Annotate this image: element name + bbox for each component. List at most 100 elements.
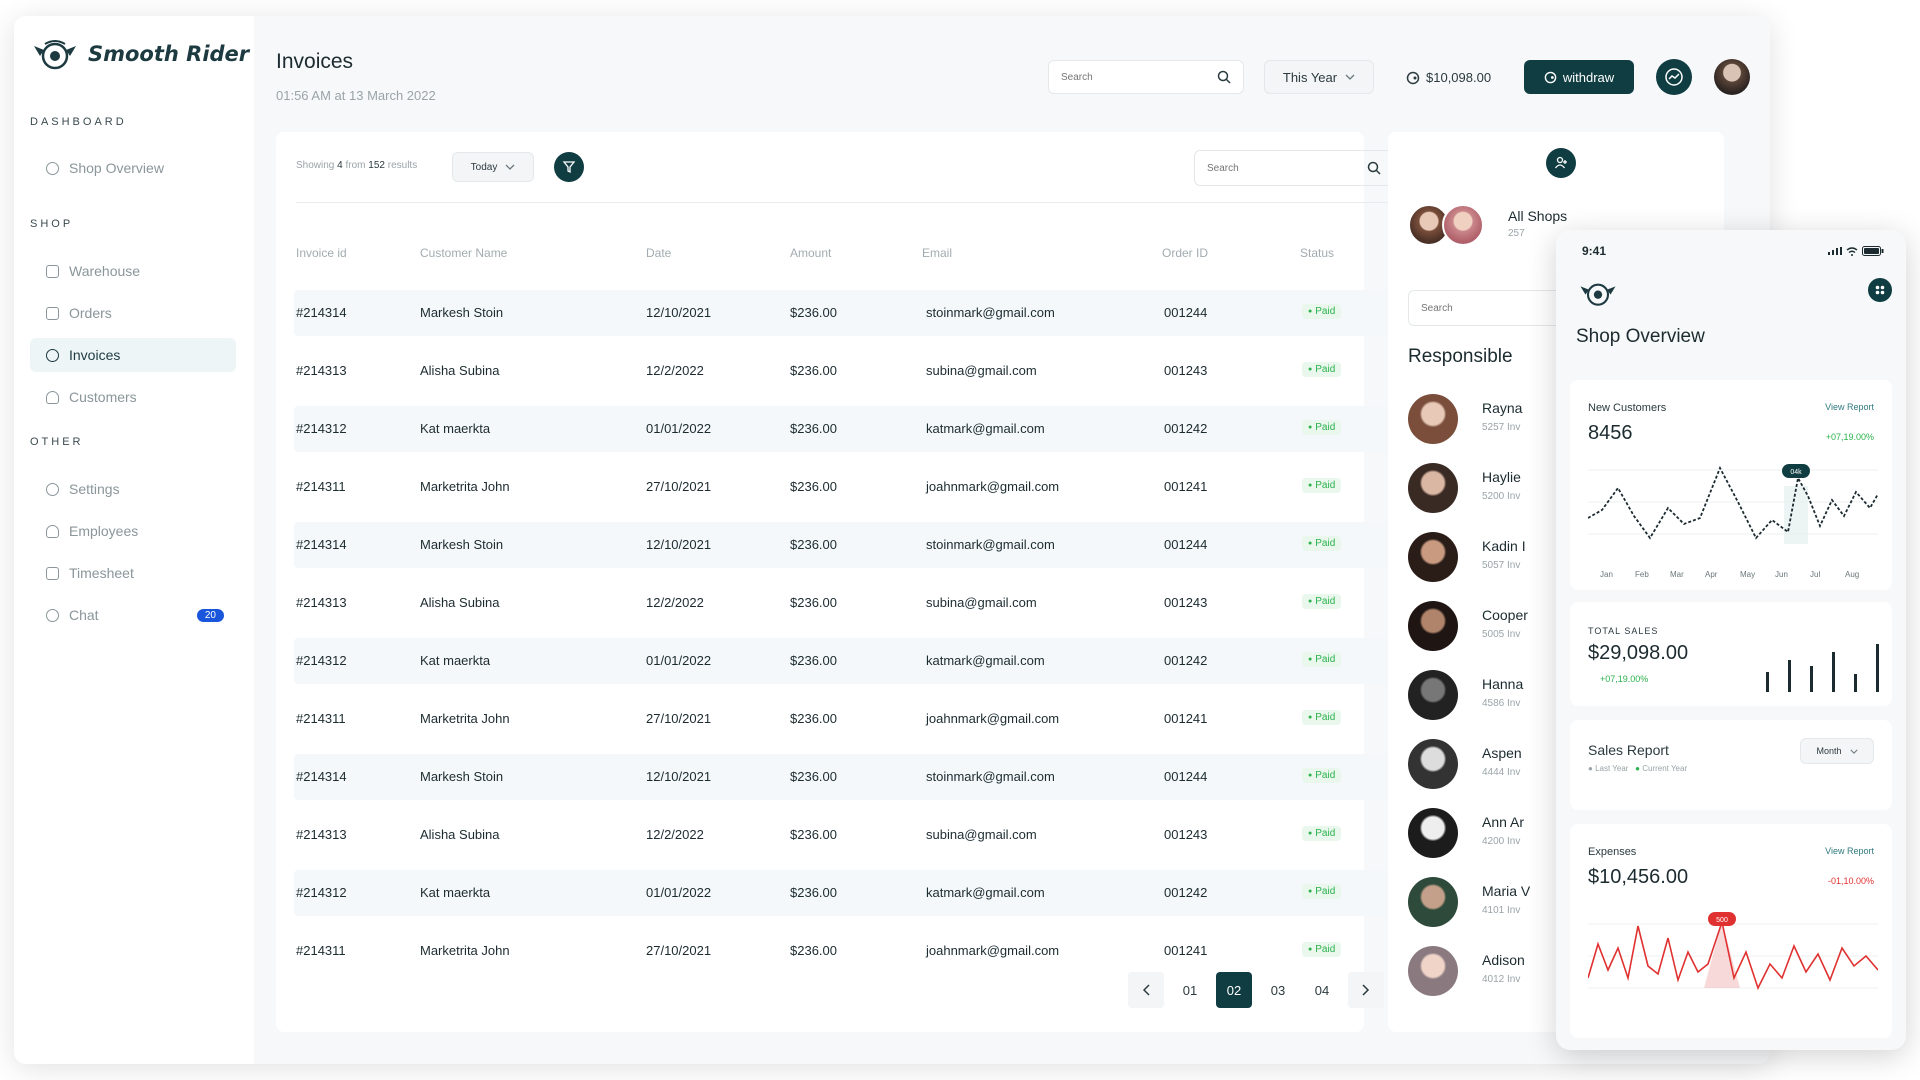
customer-name: Markesh Stoin [420,769,504,784]
all-shops-label[interactable]: All Shops [1508,208,1567,224]
section-title-dashboard: DASHBOARD [30,116,127,128]
table-row[interactable]: #214313 Alisha Subina 12/2/2022 $236.00 subi… [294,812,1394,858]
table-row[interactable]: #214312 Kat maerkta 01/01/2022 $236.00 katma… [294,638,1394,684]
app-name: Smooth Rider [88,42,250,66]
sidebar-item-chat[interactable]: Chat 20 [30,598,236,632]
header-search-field[interactable] [1048,60,1244,94]
table-row[interactable]: #214311 Marketrita John 27/10/2021 $236.00 j… [294,464,1394,510]
table-row[interactable]: #214313 Alisha Subina 12/2/2022 $236.00 subi… [294,348,1394,394]
sidebar-item-customers[interactable]: Customers [30,380,236,414]
sidebar-item-label: Shop Overview [69,160,164,176]
customer-email: stoinmark@gmail.com [926,305,1055,320]
month-label: Jun [1775,570,1788,579]
order-id: 001244 [1164,537,1208,552]
search-icon[interactable] [1367,161,1381,175]
sidebar-item-settings[interactable]: Settings [30,472,236,506]
mobile-menu-button[interactable] [1868,278,1892,302]
column-header-email[interactable]: Email [922,246,952,260]
status-bar-icons [1828,246,1884,256]
prev-page-button[interactable] [1128,972,1164,1008]
sidebar-item-employees[interactable]: Employees [30,514,236,548]
column-header-date[interactable]: Date [646,246,671,260]
sidebar-item-timesheet[interactable]: Timesheet [30,556,236,590]
table-search-input[interactable] [1207,162,1327,174]
invoice-amount: $236.00 [790,537,837,552]
column-header-invoice-id[interactable]: Invoice id [296,246,347,260]
chart-marker-label: 500 [1716,917,1728,924]
sales-report-period-select[interactable]: Month [1800,738,1874,764]
table-row[interactable]: #214313 Alisha Subina 12/2/2022 $236.00 subi… [294,580,1394,626]
user-avatar[interactable] [1714,59,1750,95]
chevron-down-icon [1849,749,1858,754]
table-row[interactable]: #214312 Kat maerkta 01/01/2022 $236.00 katma… [294,406,1394,452]
analytics-button[interactable] [1656,59,1692,95]
withdraw-button[interactable]: withdraw [1524,60,1634,94]
order-id: 001241 [1164,479,1208,494]
person-invoice-count: 4012 Inv [1482,974,1521,985]
responsible-title: Responsible [1408,346,1513,367]
section-title-shop: SHOP [30,218,74,230]
sidebar-item-orders[interactable]: Orders [30,296,236,330]
column-header-order-id[interactable]: Order ID [1162,246,1208,260]
invoice-icon [46,348,59,362]
month-label: Jan [1600,570,1613,579]
period-select[interactable]: This Year [1264,60,1374,94]
table-search-field[interactable] [1194,150,1394,186]
sidebar-item-invoices[interactable]: Invoices [30,338,236,372]
invoice-id: #214313 [296,595,347,610]
table-row[interactable]: #214314 Markesh Stoin 12/10/2021 $236.00 sto… [294,754,1394,800]
view-report-link[interactable]: View Report [1825,846,1874,856]
balance-display: $10,098.00 [1406,70,1491,85]
invoice-id: #214313 [296,363,347,378]
column-header-amount[interactable]: Amount [790,246,831,260]
table-row[interactable]: #214314 Markesh Stoin 12/10/2021 $236.00 sto… [294,290,1394,336]
chat-icon [46,608,59,622]
avatar [1442,204,1484,246]
header-search-input[interactable] [1061,71,1181,83]
table-row[interactable]: #214312 Kat maerkta 01/01/2022 $236.00 katma… [294,870,1394,916]
status-badge: Paid [1302,768,1342,783]
invoice-date: 01/01/2022 [646,421,712,436]
person-invoice-count: 4444 Inv [1482,767,1521,778]
new-customers-change: +07,19.00% [1825,432,1874,442]
invoices-panel: Showing 4 from 152 results Today Invoice… [276,132,1394,1032]
invoice-amount: $236.00 [790,885,837,900]
sales-report-legend: ● Last Year ● Current Year [1588,764,1688,773]
next-page-button[interactable] [1348,972,1384,1008]
add-user-button[interactable] [1546,148,1576,178]
sidebar-item-shop-overview[interactable]: Shop Overview [30,151,236,185]
divider [296,202,1394,203]
month-label: May [1740,570,1756,579]
table-row[interactable]: #214314 Markesh Stoin 12/10/2021 $236.00 sto… [294,522,1394,568]
page-button-02[interactable]: 02 [1216,972,1252,1008]
customer-name: Markesh Stoin [420,305,504,320]
date-range-select[interactable]: Today [452,152,534,182]
search-icon[interactable] [1217,70,1231,84]
status-badge: Paid [1302,652,1342,667]
page-button-01[interactable]: 01 [1172,972,1208,1008]
customer-name: Alisha Subina [420,363,500,378]
invoice-amount: $236.00 [790,421,837,436]
customer-email: katmark@gmail.com [926,885,1045,900]
page-button-04[interactable]: 04 [1304,972,1340,1008]
logo[interactable]: Smooth Rider [30,36,249,72]
sidebar-item-warehouse[interactable]: Warehouse [30,254,236,288]
table-row[interactable]: #214311 Marketrita John 27/10/2021 $236.00 j… [294,696,1394,742]
wallet-icon [1544,71,1557,83]
customer-email: katmark@gmail.com [926,421,1045,436]
filter-button[interactable] [554,152,584,182]
person-invoice-count: 4586 Inv [1482,698,1521,709]
column-header-status[interactable]: Status [1300,246,1334,260]
customer-email: subina@gmail.com [926,595,1037,610]
signal-icon [1828,247,1842,255]
status-badge: Paid [1302,478,1342,493]
mobile-logo-icon [1576,278,1620,313]
table-row[interactable]: #214311 Marketrita John 27/10/2021 $236.00 j… [294,928,1394,974]
invoice-id: #214312 [296,421,347,436]
page-button-03[interactable]: 03 [1260,972,1296,1008]
view-report-link[interactable]: View Report [1825,402,1874,412]
avatar [1408,946,1458,996]
column-header-customer-name[interactable]: Customer Name [420,246,507,260]
new-customers-card: New Customers 8456 View Report +07,19.00… [1570,380,1892,590]
calendar-icon [46,566,59,580]
